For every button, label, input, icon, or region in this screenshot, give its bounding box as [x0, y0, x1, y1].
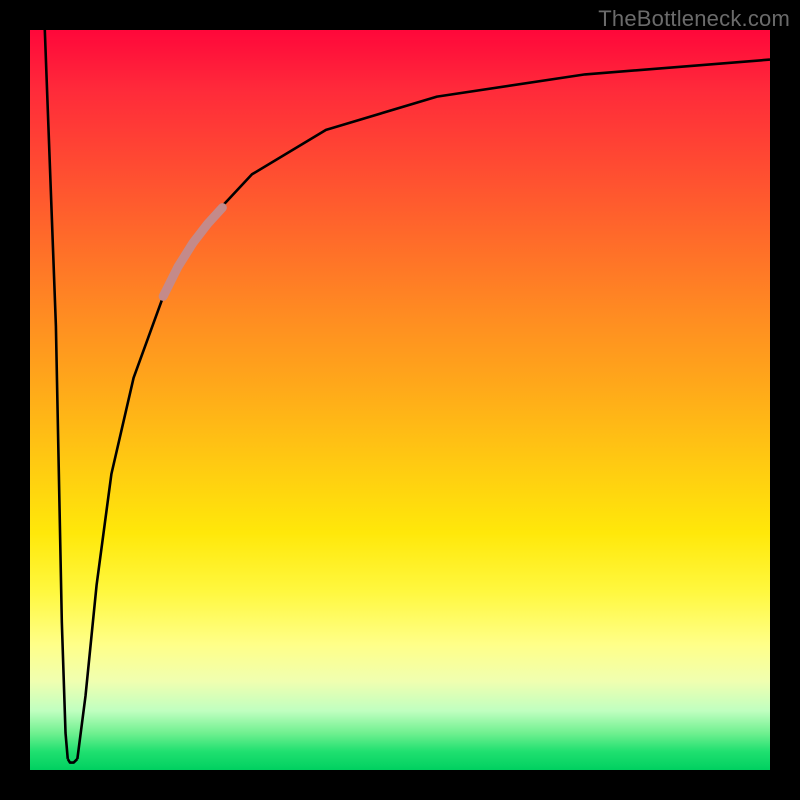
series-rise-curve	[77, 60, 770, 759]
attribution-label: TheBottleneck.com	[598, 6, 790, 32]
series-highlight-segment	[163, 208, 222, 297]
series-left-spike-down	[45, 30, 68, 759]
curve-layer	[30, 30, 770, 770]
chart-container: TheBottleneck.com	[0, 0, 800, 800]
series-dip-bottom	[68, 759, 78, 763]
